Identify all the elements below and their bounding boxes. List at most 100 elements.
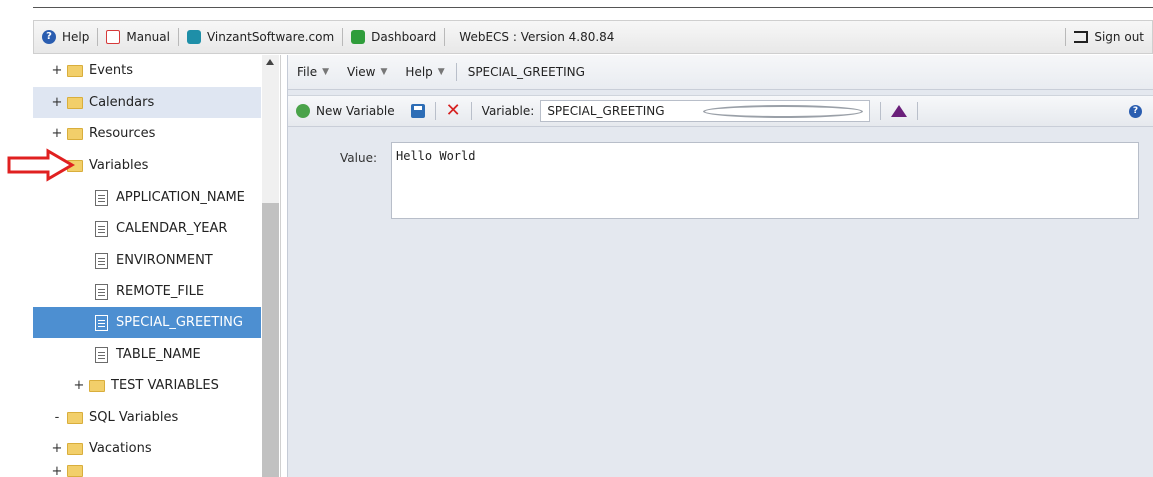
expand-toggle[interactable]: + [47, 441, 67, 456]
help-link[interactable]: ? Help [34, 21, 97, 53]
tree-item-resources[interactable]: + Resources [33, 118, 261, 149]
tree-item-label: Vacations [89, 441, 152, 456]
separator [880, 102, 882, 120]
delete-button[interactable]: ✕ [438, 100, 469, 121]
menu-file[interactable]: File ▼ [288, 65, 338, 79]
expand-toggle[interactable]: + [47, 95, 67, 110]
tree-item-label: APPLICATION_NAME [116, 190, 245, 205]
close-icon: ✕ [445, 100, 461, 121]
menu-file-label: File [297, 65, 318, 79]
folder-icon [89, 379, 105, 392]
variable-input-value: SPECIAL_GREETING [547, 104, 665, 118]
scroll-up-arrow-icon[interactable] [266, 59, 274, 65]
tree-item-calendar-year[interactable]: CALENDAR_YEAR [33, 213, 261, 244]
chevron-down-icon: ▼ [380, 67, 388, 77]
tree-scrollbar[interactable] [262, 55, 279, 477]
help-label: Help [62, 30, 90, 44]
tree-item-special-greeting[interactable]: SPECIAL_GREETING [33, 307, 261, 338]
top-bar: ? Help Manual VinzantSoftware.com Dashbo… [33, 20, 1153, 54]
collapse-toggle[interactable]: - [47, 410, 67, 425]
dashboard-link[interactable]: Dashboard [343, 21, 444, 53]
tree-item-remote-file[interactable]: REMOTE_FILE [33, 276, 261, 307]
tree-item-table-name[interactable]: TABLE_NAME [33, 339, 261, 370]
vinzant-link[interactable]: VinzantSoftware.com [179, 21, 342, 53]
variable-selector: Variable: SPECIAL_GREETING [474, 100, 879, 122]
top-divider [33, 7, 1153, 8]
vinzant-logo-icon [186, 30, 201, 44]
menu-help-label: Help [405, 65, 433, 79]
save-button[interactable] [403, 104, 433, 118]
tree-item-label: Resources [89, 126, 156, 141]
manual-link[interactable]: Manual [98, 21, 178, 53]
chevron-down-icon: ▼ [322, 67, 330, 77]
tree-item-label: SPECIAL_GREETING [116, 315, 243, 330]
tree-item-label: ENVIRONMENT [116, 253, 213, 268]
tree-item-label: CALENDAR_YEAR [116, 221, 228, 236]
menu-view-label: View [347, 65, 376, 79]
document-icon [95, 189, 108, 206]
red-arrow-annotation-icon [7, 148, 75, 182]
document-icon [95, 220, 108, 237]
tree-item-label: SQL Variables [89, 410, 179, 425]
expand-toggle[interactable]: + [47, 63, 67, 78]
sign-out-button[interactable]: Sign out [1066, 21, 1152, 53]
menu-bar: File ▼ View ▼ Help ▼ SPECIAL_GREETING [288, 55, 1153, 90]
delta-icon [891, 105, 908, 117]
document-icon [95, 346, 108, 363]
expand-toggle[interactable]: + [69, 378, 89, 393]
dashboard-label: Dashboard [371, 30, 437, 44]
new-variable-label: New Variable [316, 104, 395, 118]
new-variable-button[interactable]: New Variable [288, 104, 403, 118]
separator [470, 102, 472, 120]
expand-toggle[interactable]: + [47, 465, 67, 477]
tree-item-application-name[interactable]: APPLICATION_NAME [33, 182, 261, 213]
menu-help[interactable]: Help ▼ [396, 65, 453, 79]
document-icon [95, 314, 108, 331]
tree-item-test-variables[interactable]: + TEST VARIABLES [33, 370, 261, 401]
value-textarea[interactable]: Hello World [391, 142, 1139, 219]
manual-label: Manual [126, 30, 170, 44]
help-icon[interactable]: ? [1129, 104, 1142, 118]
editor-panel: File ▼ View ▼ Help ▼ SPECIAL_GREETING New V… [287, 55, 1153, 477]
tree-item-label: TABLE_NAME [116, 347, 201, 362]
help-icon: ? [42, 30, 56, 44]
dashboard-icon [351, 30, 366, 44]
tree-item-label: Events [89, 63, 134, 78]
scroll-thumb[interactable] [262, 203, 279, 477]
delta-button[interactable] [883, 105, 915, 117]
pdf-icon [106, 30, 121, 44]
document-icon [95, 252, 108, 269]
sign-out-label: Sign out [1094, 30, 1144, 44]
tree-item-label: Variables [89, 158, 149, 173]
document-icon [95, 283, 108, 300]
tree-item-sql-variables[interactable]: - SQL Variables [33, 402, 261, 433]
folder-icon [67, 127, 83, 140]
tree-item-partial: + [33, 465, 261, 477]
version-text: WebECS : Version 4.80.84 [459, 30, 615, 44]
folder-icon [67, 442, 83, 455]
sign-out-icon [1074, 31, 1089, 43]
toolbar: New Variable ✕ Variable: SPECIAL_GREETIN… [288, 95, 1153, 127]
save-icon [410, 104, 425, 118]
tree-panel: + Events + Calendars + Resources - Varia… [33, 55, 281, 477]
tree-item-events[interactable]: + Events [33, 55, 261, 86]
tree-item-vacations[interactable]: + Vacations [33, 433, 261, 464]
expand-toggle[interactable]: + [47, 126, 67, 141]
add-icon [296, 104, 310, 118]
tree-item-label: REMOTE_FILE [116, 284, 205, 299]
value-label: Value: [340, 151, 377, 165]
chevron-down-icon: ▼ [437, 67, 445, 77]
separator [455, 63, 457, 81]
breadcrumb: SPECIAL_GREETING [467, 65, 585, 79]
search-icon[interactable] [703, 104, 864, 118]
tree-item-label: Calendars [89, 95, 155, 110]
variable-search-input[interactable]: SPECIAL_GREETING [540, 100, 871, 122]
separator [434, 102, 436, 120]
tree-item-calendars[interactable]: + Calendars [33, 87, 261, 118]
tree-item-environment[interactable]: ENVIRONMENT [33, 245, 261, 276]
menu-view[interactable]: View ▼ [338, 65, 396, 79]
vinzant-label: VinzantSoftware.com [206, 30, 335, 44]
variable-label: Variable: [481, 104, 535, 118]
folder-icon [67, 411, 83, 424]
folder-icon [67, 465, 83, 477]
